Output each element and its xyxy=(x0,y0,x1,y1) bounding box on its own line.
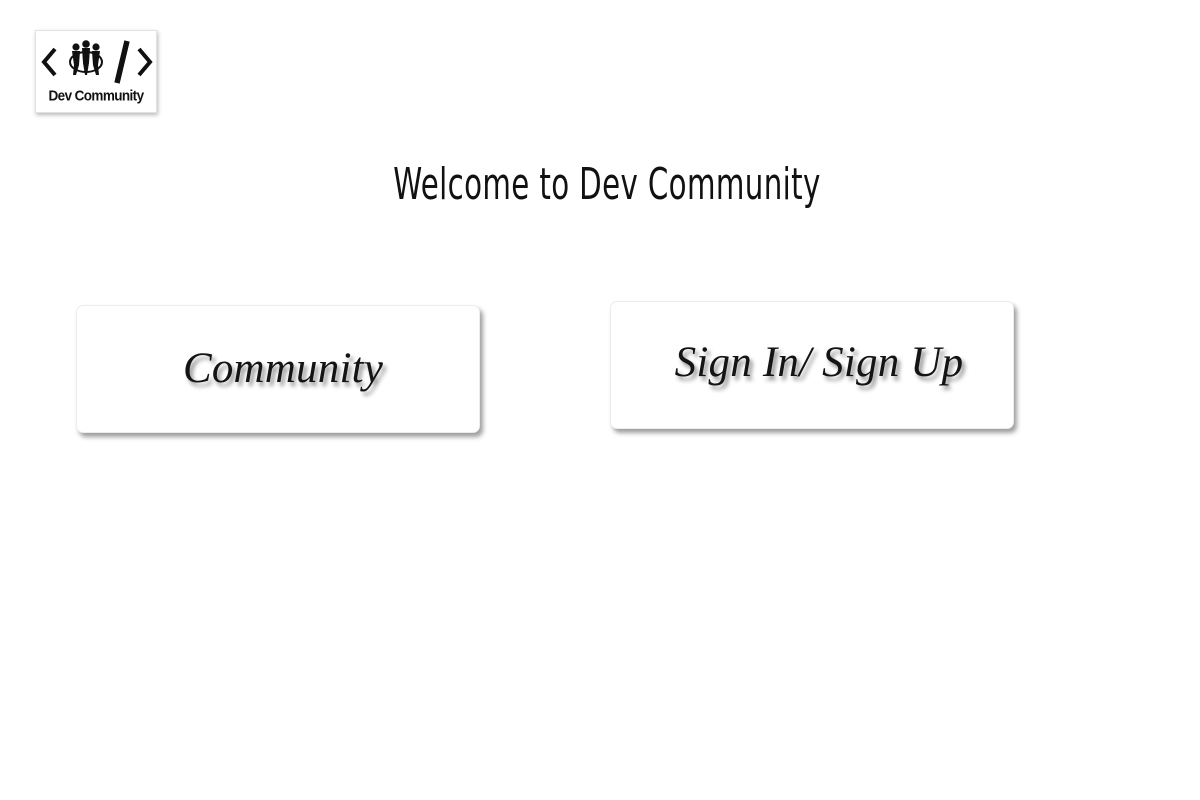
sign-in-sign-up-button-label: Sign In/ Sign Up xyxy=(674,339,964,386)
logo-text: Dev Community xyxy=(48,87,145,104)
community-button-label: Community xyxy=(182,345,384,392)
sign-in-sign-up-button[interactable]: Sign In/ Sign Up xyxy=(610,301,1014,429)
code-brackets-people-icon xyxy=(41,40,153,84)
logo: Dev Community xyxy=(35,30,157,113)
page-title: Welcome to Dev Community xyxy=(393,159,821,210)
community-button[interactable]: Community xyxy=(76,305,480,433)
